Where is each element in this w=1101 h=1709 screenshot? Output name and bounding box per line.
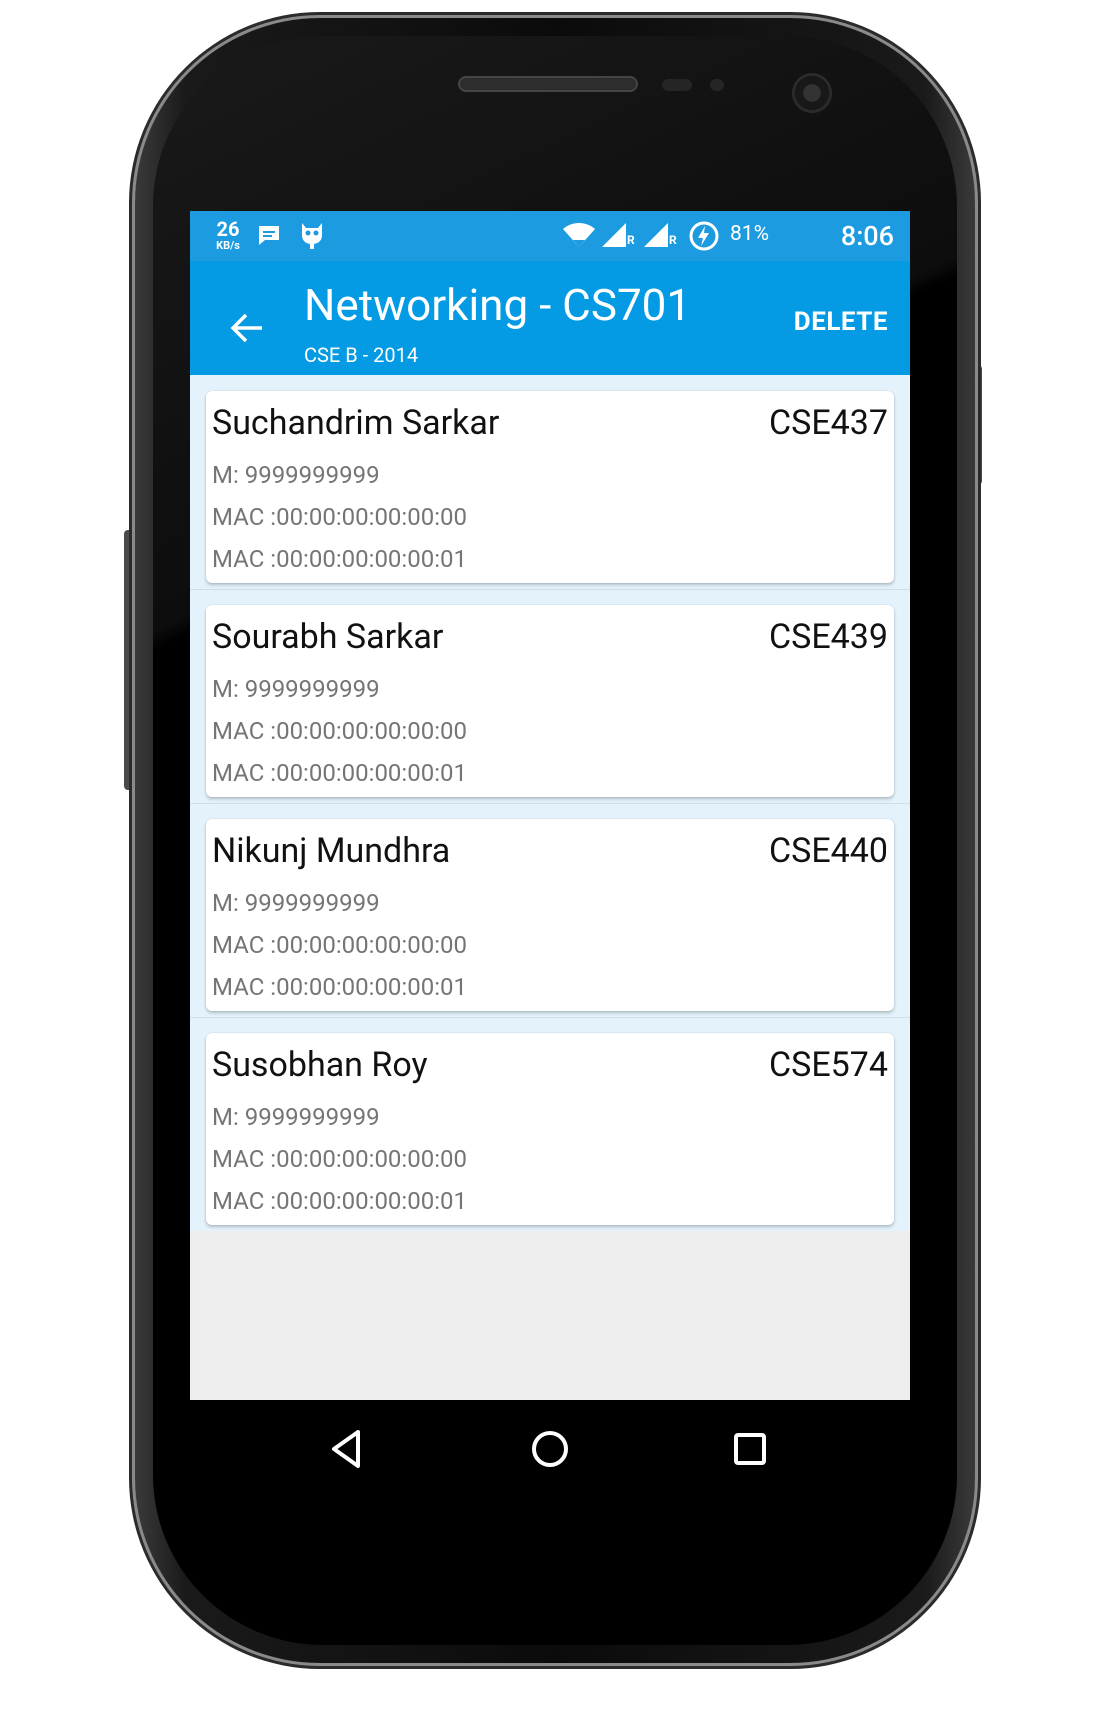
student-mac-2: MAC :00:00:00:00:00:01 <box>212 545 467 573</box>
app-bar: Networking - CS701 CSE B - 2014 DELETE <box>190 261 910 375</box>
message-icon <box>256 223 282 253</box>
light-sensor <box>710 79 724 91</box>
student-mac-1: MAC :00:00:00:00:00:00 <box>212 931 467 959</box>
student-mac-1: MAC :00:00:00:00:00:00 <box>212 503 467 531</box>
network-speed: 26 KB/s <box>210 219 246 251</box>
student-mobile: M: 9999999999 <box>212 675 380 703</box>
student-roll: CSE574 <box>769 1045 888 1085</box>
signal-icon <box>642 221 672 253</box>
recents-square-icon[interactable] <box>725 1424 775 1474</box>
student-mobile: M: 9999999999 <box>212 1103 380 1131</box>
list-item[interactable]: Sourabh Sarkar CSE439 M: 9999999999 MAC … <box>206 605 894 797</box>
wifi-icon <box>562 221 596 253</box>
student-mac-2: MAC :00:00:00:00:00:01 <box>212 1187 467 1215</box>
student-mac-1: MAC :00:00:00:00:00:00 <box>212 1145 467 1173</box>
student-list: Suchandrim Sarkar CSE437 M: 9999999999 M… <box>190 375 910 1231</box>
cyanogen-bot-icon <box>298 221 326 255</box>
student-name: Suchandrim Sarkar <box>212 403 500 443</box>
page-subtitle: CSE B - 2014 <box>304 343 419 367</box>
delete-button[interactable]: DELETE <box>794 307 888 337</box>
status-bar: 26 KB/s R R 81% 8:06 <box>190 211 910 261</box>
signal-icon <box>600 221 630 253</box>
app-screen: 26 KB/s R R 81% 8:06 Networking - CS701 <box>190 211 910 1494</box>
list-item[interactable]: Suchandrim Sarkar CSE437 M: 9999999999 M… <box>206 391 894 583</box>
student-roll: CSE440 <box>769 831 888 871</box>
back-arrow-icon[interactable] <box>228 309 266 347</box>
roaming-label: R <box>669 233 677 247</box>
back-triangle-icon[interactable] <box>322 1424 372 1474</box>
student-roll: CSE439 <box>769 617 888 657</box>
network-speed-unit: KB/s <box>216 239 240 252</box>
battery-charging-icon <box>688 220 720 256</box>
student-roll: CSE437 <box>769 403 888 443</box>
front-camera <box>792 73 832 113</box>
divider <box>190 1017 910 1018</box>
network-speed-value: 26 <box>216 217 240 241</box>
student-mac-2: MAC :00:00:00:00:00:01 <box>212 973 467 1001</box>
home-circle-icon[interactable] <box>525 1424 575 1474</box>
student-name: Susobhan Roy <box>212 1045 428 1085</box>
student-mobile: M: 9999999999 <box>212 889 380 917</box>
list-item[interactable]: Susobhan Roy CSE574 M: 9999999999 MAC :0… <box>206 1033 894 1225</box>
roaming-label: R <box>627 233 635 247</box>
student-name: Nikunj Mundhra <box>212 831 451 871</box>
page-title: Networking - CS701 <box>304 279 692 331</box>
navigation-bar <box>190 1400 910 1496</box>
student-mobile: M: 9999999999 <box>212 461 380 489</box>
clock: 8:06 <box>840 220 894 252</box>
student-mac-2: MAC :00:00:00:00:00:01 <box>212 759 467 787</box>
proximity-sensor <box>662 79 692 91</box>
divider <box>190 589 910 590</box>
battery-percent: 81% <box>730 222 769 246</box>
divider <box>190 803 910 804</box>
earpiece-speaker <box>458 76 638 92</box>
student-name: Sourabh Sarkar <box>212 617 444 657</box>
list-item[interactable]: Nikunj Mundhra CSE440 M: 9999999999 MAC … <box>206 819 894 1011</box>
student-mac-1: MAC :00:00:00:00:00:00 <box>212 717 467 745</box>
